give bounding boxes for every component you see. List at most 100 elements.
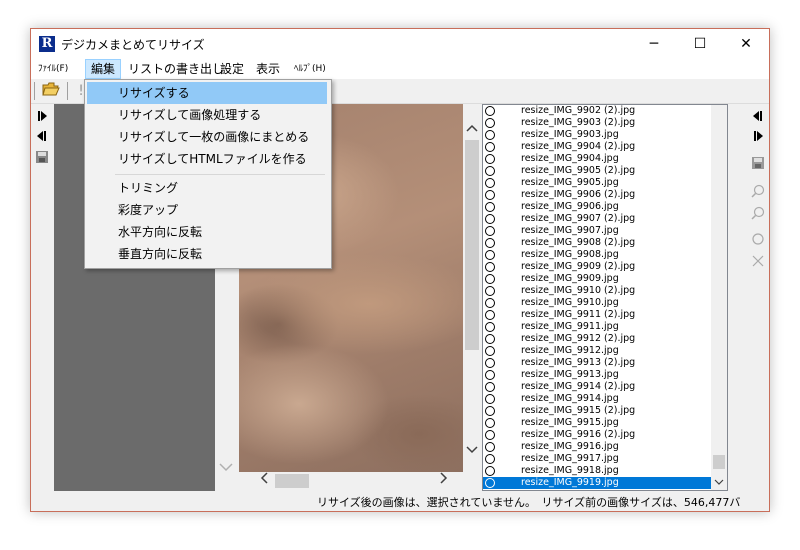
file-list-scrollbar[interactable] — [711, 105, 727, 490]
radio-circle-icon[interactable] — [485, 394, 495, 404]
radio-circle-icon[interactable] — [485, 130, 495, 140]
radio-circle-icon[interactable] — [485, 370, 495, 380]
radio-circle-icon[interactable] — [485, 406, 495, 416]
radio-circle-icon[interactable] — [485, 166, 495, 176]
radio-circle-icon[interactable] — [485, 322, 495, 332]
radio-circle-icon[interactable] — [485, 454, 495, 464]
file-list-item[interactable]: resize_IMG_9908 (2).jpg — [483, 237, 713, 249]
radio-circle-icon[interactable] — [485, 346, 495, 356]
minimize-button[interactable]: ─ — [631, 29, 677, 59]
radio-circle-icon[interactable] — [485, 250, 495, 260]
save-icon[interactable] — [34, 150, 50, 166]
radio-circle-icon[interactable] — [485, 226, 495, 236]
file-list-item[interactable]: resize_IMG_9911.jpg — [483, 321, 713, 333]
menu-item-trimming[interactable]: トリミング — [87, 177, 327, 199]
file-list-item[interactable]: resize_IMG_9905 (2).jpg — [483, 165, 713, 177]
file-list-item[interactable]: resize_IMG_9905.jpg — [483, 177, 713, 189]
play-left-icon[interactable] — [750, 110, 766, 126]
file-list-item[interactable]: resize_IMG_9910.jpg — [483, 297, 713, 309]
file-list-item[interactable]: resize_IMG_9915.jpg — [483, 417, 713, 429]
file-list-item[interactable]: resize_IMG_9916 (2).jpg — [483, 429, 713, 441]
file-list-item[interactable]: resize_IMG_9911 (2).jpg — [483, 309, 713, 321]
menu-item-resize[interactable]: リサイズする — [87, 82, 327, 104]
scroll-down-icon[interactable] — [463, 442, 481, 459]
radio-circle-icon[interactable] — [485, 310, 495, 320]
file-list-item[interactable]: resize_IMG_9906 (2).jpg — [483, 189, 713, 201]
file-list-item[interactable]: resize_IMG_9904 (2).jpg — [483, 141, 713, 153]
file-list-item[interactable]: resize_IMG_9919.jpg — [483, 477, 713, 489]
radio-circle-icon[interactable] — [485, 178, 495, 188]
radio-circle-icon[interactable] — [485, 154, 495, 164]
file-list-item[interactable]: resize_IMG_9902 (2).jpg — [483, 105, 713, 117]
maximize-button[interactable]: ☐ — [677, 29, 723, 59]
menu-item-resize-process[interactable]: リサイズして画像処理する — [87, 104, 327, 126]
radio-circle-icon[interactable] — [485, 286, 495, 296]
file-list-item[interactable]: resize_IMG_9910 (2).jpg — [483, 285, 713, 297]
circle-icon[interactable] — [750, 232, 766, 248]
file-list-item[interactable]: resize_IMG_9912.jpg — [483, 345, 713, 357]
file-list-item[interactable]: resize_IMG_9908.jpg — [483, 249, 713, 261]
menu-edit[interactable]: 編集 — [85, 59, 122, 79]
file-list-item[interactable]: resize_IMG_9913.jpg — [483, 369, 713, 381]
chevron-down-icon[interactable] — [219, 462, 233, 472]
preview-horizontal-scrollbar[interactable] — [239, 472, 463, 490]
scroll-up-icon[interactable] — [463, 120, 481, 137]
file-list-item[interactable]: resize_IMG_9909 (2).jpg — [483, 261, 713, 273]
file-list-item[interactable]: resize_IMG_9907 (2).jpg — [483, 213, 713, 225]
title-bar[interactable]: R デジカメまとめてリサイズ ─ ☐ ✕ — [31, 29, 769, 59]
radio-circle-icon[interactable] — [485, 142, 495, 152]
file-list-panel[interactable]: resize_IMG_9902 (2).jpg resize_IMG_9903 (… — [482, 104, 728, 491]
scroll-left-icon[interactable] — [255, 472, 272, 490]
menu-item-flip-vertical[interactable]: 垂直方向に反転 — [87, 243, 327, 265]
file-list-item[interactable]: resize_IMG_9918.jpg — [483, 465, 713, 477]
play-left-icon[interactable] — [34, 130, 50, 146]
radio-circle-icon[interactable] — [485, 214, 495, 224]
radio-circle-icon[interactable] — [485, 442, 495, 452]
menu-file[interactable]: ﾌｧｲﾙ(F) — [33, 59, 73, 79]
cross-icon[interactable] — [750, 254, 766, 270]
file-list-item[interactable]: resize_IMG_9915 (2).jpg — [483, 405, 713, 417]
radio-circle-icon[interactable] — [485, 190, 495, 200]
close-button[interactable]: ✕ — [723, 29, 769, 59]
menu-list-export[interactable]: リストの書き出し — [123, 59, 229, 79]
scroll-thumb[interactable] — [275, 474, 309, 488]
radio-circle-icon[interactable] — [485, 106, 495, 116]
menu-settings[interactable]: 設定 — [215, 59, 249, 79]
menu-item-saturation-up[interactable]: 彩度アップ — [87, 199, 327, 221]
radio-circle-icon[interactable] — [485, 382, 495, 392]
file-list-item[interactable]: resize_IMG_9907.jpg — [483, 225, 713, 237]
file-list-item[interactable]: resize_IMG_9914.jpg — [483, 393, 713, 405]
file-list-item[interactable]: resize_IMG_9916.jpg — [483, 441, 713, 453]
scroll-thumb[interactable] — [465, 140, 479, 350]
file-list-item[interactable]: resize_IMG_9909.jpg — [483, 273, 713, 285]
play-right-icon[interactable] — [34, 110, 50, 126]
file-list-item[interactable]: resize_IMG_9917.jpg — [483, 453, 713, 465]
radio-circle-icon[interactable] — [485, 118, 495, 128]
scroll-right-icon[interactable] — [435, 472, 452, 490]
file-list-item[interactable]: resize_IMG_9913 (2).jpg — [483, 357, 713, 369]
file-list-item[interactable]: resize_IMG_9906.jpg — [483, 201, 713, 213]
radio-circle-icon[interactable] — [485, 238, 495, 248]
radio-circle-icon[interactable] — [485, 274, 495, 284]
radio-circle-icon[interactable] — [485, 418, 495, 428]
scroll-thumb[interactable] — [713, 455, 725, 469]
menu-item-resize-html[interactable]: リサイズしてHTMLファイルを作る — [87, 148, 327, 170]
folder-open-icon[interactable] — [41, 81, 61, 101]
radio-circle-icon[interactable] — [485, 478, 495, 488]
file-list-item[interactable]: resize_IMG_9904.jpg — [483, 153, 713, 165]
menu-help[interactable]: ﾍﾙﾌﾟ(H) — [289, 59, 331, 79]
menu-item-resize-combine[interactable]: リサイズして一枚の画像にまとめる — [87, 126, 327, 148]
scroll-down-icon[interactable] — [711, 476, 727, 490]
file-list-item[interactable]: resize_IMG_9903 (2).jpg — [483, 117, 713, 129]
zoom-in-icon[interactable] — [750, 184, 766, 200]
menu-view[interactable]: 表示 — [251, 59, 285, 79]
radio-circle-icon[interactable] — [485, 262, 495, 272]
file-list-item[interactable]: resize_IMG_9914 (2).jpg — [483, 381, 713, 393]
zoom-out-icon[interactable] — [750, 206, 766, 222]
preview-vertical-scrollbar[interactable] — [463, 104, 481, 472]
radio-circle-icon[interactable] — [485, 334, 495, 344]
file-list-item[interactable]: resize_IMG_9912 (2).jpg — [483, 333, 713, 345]
radio-circle-icon[interactable] — [485, 298, 495, 308]
menu-item-flip-horizontal[interactable]: 水平方向に反転 — [87, 221, 327, 243]
radio-circle-icon[interactable] — [485, 466, 495, 476]
